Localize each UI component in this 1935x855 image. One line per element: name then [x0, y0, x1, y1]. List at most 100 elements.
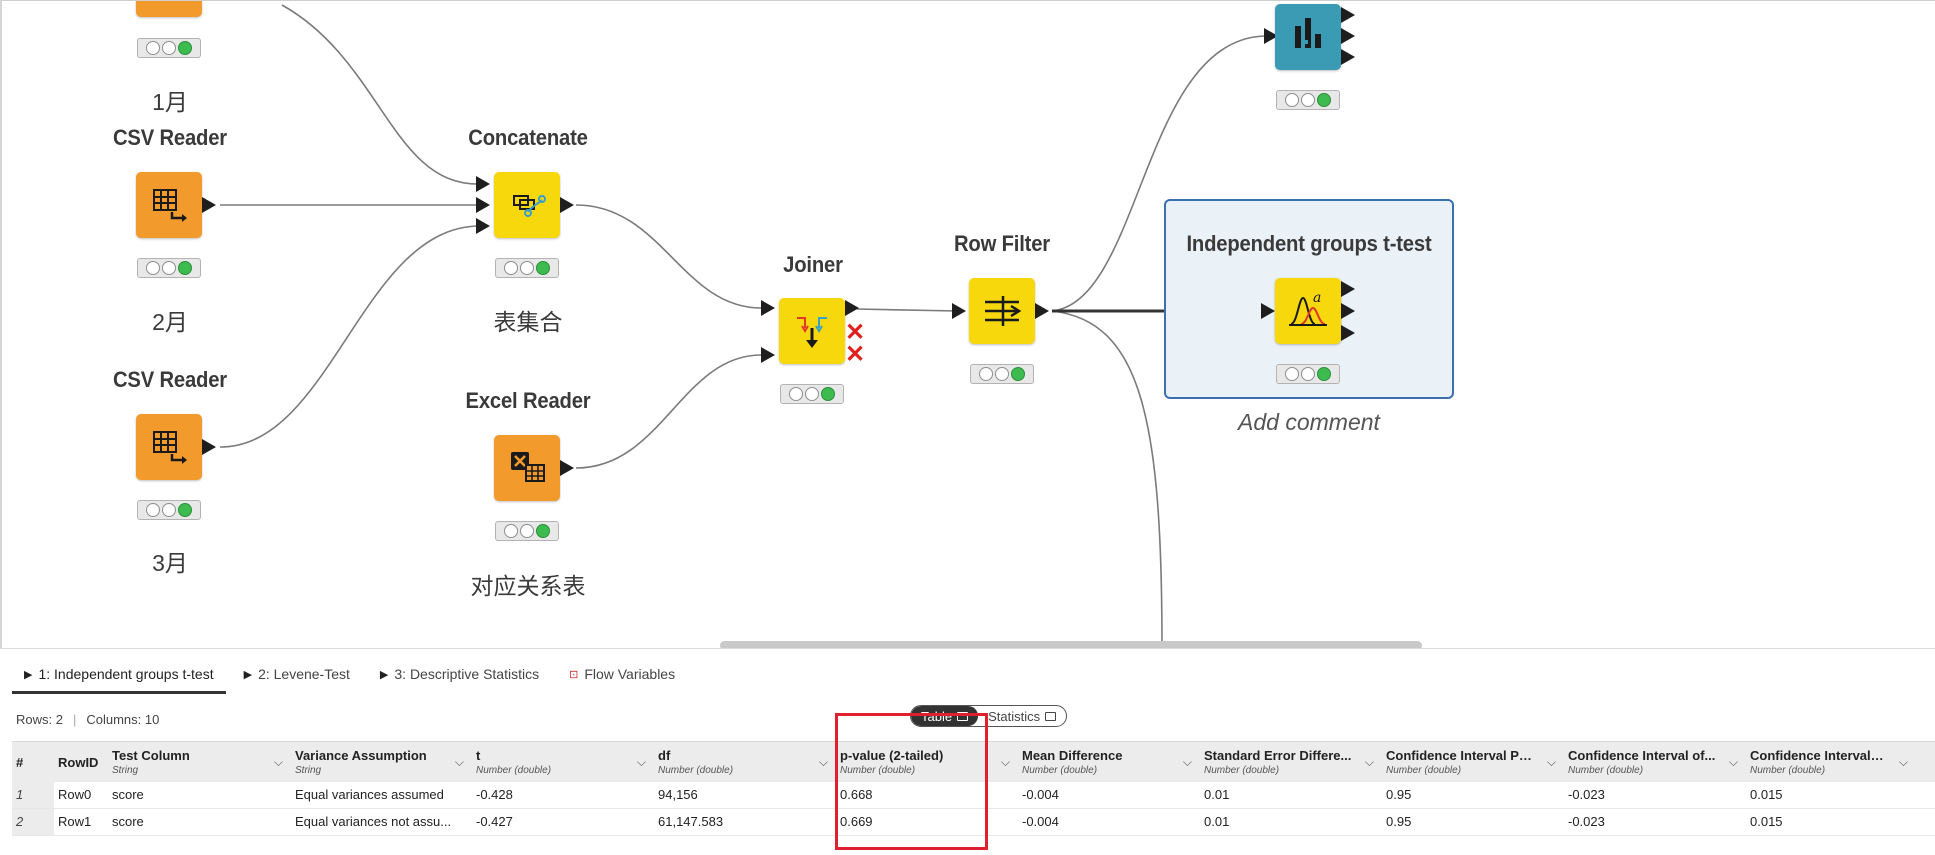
output-port[interactable] — [1341, 325, 1355, 341]
csv-reader-3-box[interactable] — [136, 414, 202, 480]
input-port[interactable] — [761, 300, 775, 316]
table-view-button[interactable]: Table — [911, 706, 979, 726]
table-cell: 0.015 — [1750, 787, 1783, 802]
column-header[interactable]: Confidence Interval Pr... Number (double)… — [1382, 742, 1564, 782]
column-header[interactable]: Test Column String ⌵ — [108, 742, 291, 782]
column-header[interactable]: Confidence Interval of... Number (double)… — [1746, 742, 1916, 782]
chevron-down-icon[interactable]: ⌵ — [637, 755, 646, 770]
tab-descriptive-statistics[interactable]: ▶ 3: Descriptive Statistics — [368, 660, 551, 694]
column-name: Variance Assumption — [295, 748, 427, 763]
input-port[interactable] — [952, 303, 966, 319]
output-port[interactable] — [1341, 49, 1355, 65]
node-title[interactable]: CSV Reader — [32, 125, 308, 151]
node-output-panel: ▶ 1: Independent groups t-test ▶ 2: Levene… — [0, 648, 1935, 855]
node-comment[interactable]: 对应关系表 — [378, 567, 678, 601]
csv-reader-2-box[interactable] — [136, 172, 202, 238]
status-dot-red — [146, 261, 160, 275]
joiner-box[interactable] — [779, 298, 845, 364]
node-status-lights — [495, 521, 559, 541]
column-header[interactable]: Standard Error Differe... Number (double)… — [1200, 742, 1382, 782]
node-comment[interactable]: 3月 — [20, 544, 320, 578]
column-header[interactable]: Confidence Interval of... Number (double)… — [1564, 742, 1746, 782]
column-type: Number (double) — [476, 765, 552, 776]
chevron-down-icon[interactable]: ⌵ — [1899, 755, 1908, 770]
node-title[interactable]: Row Filter — [864, 231, 1140, 257]
output-port[interactable] — [560, 197, 574, 213]
chevron-down-icon[interactable]: ⌵ — [274, 755, 283, 770]
chevron-down-icon[interactable]: ⌵ — [1365, 755, 1374, 770]
chevron-down-icon[interactable]: ⌵ — [1183, 755, 1192, 770]
tab-ttest[interactable]: ▶ 1: Independent groups t-test — [12, 660, 226, 694]
column-header[interactable]: df Number (double) ⌵ — [654, 742, 836, 782]
ttest-box[interactable]: a — [1275, 278, 1341, 344]
node-comment[interactable]: 2月 — [20, 303, 320, 337]
statistics-view-button[interactable]: Statistics — [978, 706, 1066, 726]
workflow-canvas[interactable]: 1月 CSV Reader 2月 CSV Reader 3月 Concatena… — [0, 0, 1935, 648]
joiner-icon — [797, 317, 827, 348]
table-cell: Row0 — [58, 787, 92, 802]
column-type: Number (double) — [1204, 765, 1280, 776]
svg-text:a: a — [1313, 290, 1321, 306]
output-port[interactable] — [202, 197, 216, 213]
table-row[interactable]: 1 Row0 score Equal variances assumed -0.428 9… — [12, 782, 1935, 809]
chevron-down-icon[interactable]: ⌵ — [1729, 755, 1738, 770]
node-title[interactable]: Independent groups t-test — [1171, 231, 1447, 257]
column-header[interactable]: # — [12, 742, 54, 782]
output-port[interactable] — [845, 300, 859, 316]
input-port[interactable] — [761, 347, 775, 363]
inactive-port-x-icon: ✕ — [845, 341, 866, 368]
table-row[interactable]: 2 Row1 score Equal variances not assu... -0.… — [12, 809, 1935, 836]
column-name: df — [658, 748, 671, 763]
input-port[interactable] — [476, 218, 490, 234]
table-cell: 0.01 — [1204, 787, 1230, 802]
output-port[interactable] — [560, 460, 574, 476]
output-port[interactable] — [1341, 28, 1355, 44]
tab-levene[interactable]: ▶ 2: Levene-Test — [232, 660, 362, 694]
row-filter-box[interactable] — [969, 278, 1035, 344]
column-header[interactable]: p-value (2-tailed) Number (double) ⌵ — [836, 742, 1018, 782]
output-port[interactable] — [1341, 281, 1355, 297]
chevron-down-icon[interactable]: ⌵ — [819, 755, 828, 770]
csv-reader-top-box[interactable] — [136, 1, 202, 17]
excel-reader-box[interactable] — [494, 435, 560, 501]
tab-flow-variables[interactable]: ⊡ Flow Variables — [557, 660, 687, 694]
output-port[interactable] — [1035, 303, 1049, 319]
concatenate-box[interactable] — [494, 172, 560, 238]
input-port[interactable] — [1261, 303, 1275, 319]
output-port[interactable] — [1341, 7, 1355, 23]
table-body: 1 Row0 score Equal variances assumed -0.428 9… — [12, 782, 1935, 836]
status-dot-green — [178, 503, 192, 517]
port-triangle-icon: ▶ — [24, 668, 33, 681]
node-title[interactable]: CSV Reader — [32, 367, 308, 393]
chevron-down-icon[interactable]: ⌵ — [455, 755, 464, 770]
column-header[interactable]: Variance Assumption String ⌵ — [291, 742, 472, 782]
column-header[interactable]: t Number (double) ⌵ — [472, 742, 654, 782]
status-dot-yellow — [1301, 93, 1315, 107]
status-dot-red — [146, 503, 160, 517]
node-comment[interactable]: 1月 — [20, 83, 320, 117]
column-header[interactable]: RowID — [54, 742, 108, 782]
column-name: Confidence Interval of... — [1750, 748, 1898, 763]
table-cell: 0.015 — [1750, 814, 1783, 829]
horizontal-scrollbar[interactable] — [720, 641, 1422, 648]
input-port[interactable] — [476, 176, 490, 192]
tab-label: 3: Descriptive Statistics — [394, 666, 540, 682]
input-port[interactable] — [476, 197, 490, 213]
chevron-down-icon[interactable]: ⌵ — [1547, 755, 1556, 770]
output-port[interactable] — [1341, 303, 1355, 319]
chevron-down-icon[interactable]: ⌵ — [1001, 755, 1010, 770]
column-name: Confidence Interval Pr... — [1386, 748, 1535, 763]
status-dot-green — [821, 387, 835, 401]
table-cell: Equal variances not assu... — [295, 814, 452, 829]
node-title[interactable]: Excel Reader — [390, 388, 666, 414]
view-toggle[interactable]: Table Statistics — [910, 705, 1068, 727]
output-port[interactable] — [202, 439, 216, 455]
wire-joiner-to-rowfilter — [856, 308, 958, 312]
tab-label: 1: Independent groups t-test — [38, 666, 214, 682]
column-header[interactable]: Mean Difference Number (double) ⌵ — [1018, 742, 1200, 782]
teal-node-box[interactable] — [1275, 4, 1341, 70]
add-comment-label[interactable]: Add comment — [1159, 409, 1459, 436]
table-cell: -0.004 — [1022, 814, 1059, 829]
node-title[interactable]: Concatenate — [390, 125, 666, 151]
node-comment[interactable]: 表集合 — [378, 303, 678, 337]
